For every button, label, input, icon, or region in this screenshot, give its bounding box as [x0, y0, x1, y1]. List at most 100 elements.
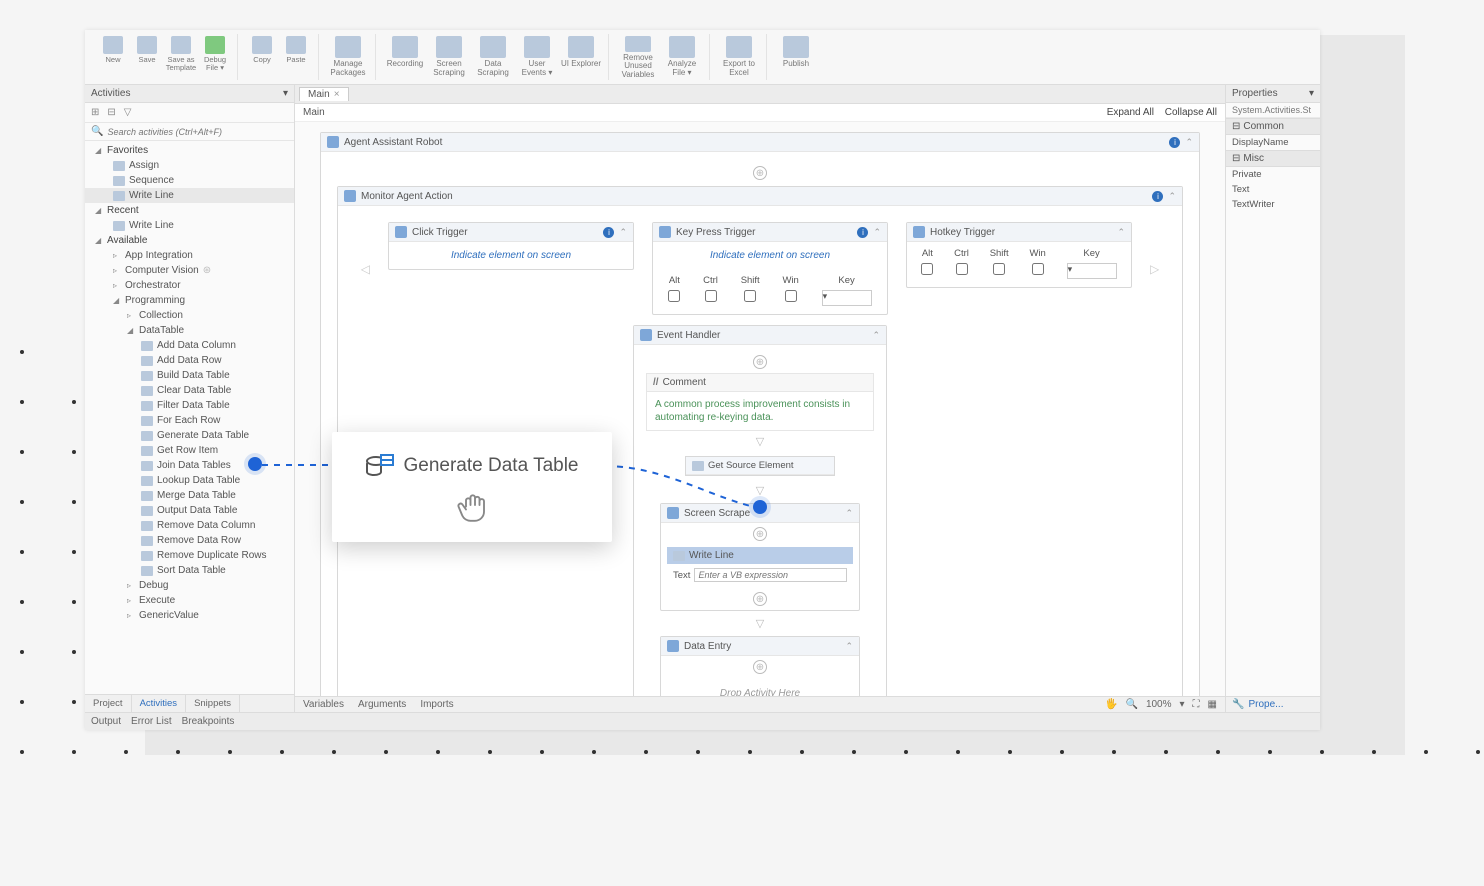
collapse-icon[interactable]: ⊟	[107, 107, 115, 118]
key-combo[interactable]: ▾	[822, 290, 872, 306]
export-excel-button[interactable]: Export to Excel	[718, 34, 760, 80]
tab-arguments[interactable]: Arguments	[358, 699, 406, 710]
activity-sort-data-table[interactable]: Sort Data Table	[85, 563, 294, 578]
pan-icon[interactable]: 🖐	[1105, 699, 1117, 710]
section-common[interactable]: ⊟Common	[1226, 118, 1320, 135]
group-orchestrator[interactable]: ▹Orchestrator	[85, 278, 294, 293]
activity-remove-data-row[interactable]: Remove Data Row	[85, 533, 294, 548]
key-press-trigger-block[interactable]: Key Press Triggeri⌃ Indicate element on …	[652, 222, 888, 315]
activity-add-data-column[interactable]: Add Data Column	[85, 338, 294, 353]
nav-left-icon[interactable]: ◁	[361, 262, 370, 276]
activity-for-each-row[interactable]: For Each Row	[85, 413, 294, 428]
designer-tab-main[interactable]: Main ×	[299, 87, 349, 101]
activity-add-data-row[interactable]: Add Data Row	[85, 353, 294, 368]
expand-all-button[interactable]: Expand All	[1107, 107, 1154, 118]
collapse-icon[interactable]: ⌃	[1168, 191, 1176, 202]
indicate-element-link[interactable]: Indicate element on screen	[389, 242, 633, 269]
collapse-all-button[interactable]: Collapse All	[1165, 107, 1217, 118]
manage-packages-button[interactable]: Manage Packages	[327, 34, 369, 80]
new-button[interactable]: New	[97, 34, 129, 80]
tab-activities[interactable]: Activities	[132, 695, 186, 712]
activity-write-line-fav[interactable]: Write Line	[85, 188, 294, 203]
activity-lookup-data-table[interactable]: Lookup Data Table	[85, 473, 294, 488]
tab-output[interactable]: Output	[91, 716, 121, 727]
activity-assign[interactable]: Assign	[85, 158, 294, 173]
alt-checkbox[interactable]	[668, 290, 680, 302]
screen-scraping-button[interactable]: Screen Scraping	[428, 34, 470, 80]
win-checkbox[interactable]	[785, 290, 797, 302]
nav-right-icon[interactable]: ▷	[1150, 262, 1159, 276]
debug-file-button[interactable]: Debug File ▾	[199, 34, 231, 80]
copy-button[interactable]: Copy	[246, 34, 278, 80]
save-as-template-button[interactable]: Save as Template	[165, 34, 197, 80]
activity-remove-duplicate-rows[interactable]: Remove Duplicate Rows	[85, 548, 294, 563]
prop-text[interactable]: Text	[1226, 182, 1320, 197]
data-scraping-button[interactable]: Data Scraping	[472, 34, 514, 80]
write-line-block[interactable]: Write Line Text	[667, 547, 853, 586]
favorites-group[interactable]: ◢Favorites	[85, 143, 294, 158]
activity-clear-data-table[interactable]: Clear Data Table	[85, 383, 294, 398]
activity-write-line-recent[interactable]: Write Line	[85, 218, 294, 233]
prop-text-writer[interactable]: TextWriter	[1226, 197, 1320, 212]
tab-imports[interactable]: Imports	[420, 699, 453, 710]
filter-icon[interactable]: ▽	[124, 107, 132, 118]
activity-filter-data-table[interactable]: Filter Data Table	[85, 398, 294, 413]
remove-unused-button[interactable]: Remove Unused Variables	[617, 34, 659, 80]
group-computer-vision[interactable]: ▹Computer Vision ⊛	[85, 263, 294, 278]
zoom-dropdown-icon[interactable]: ▾	[1180, 699, 1185, 710]
tab-breakpoints[interactable]: Breakpoints	[182, 716, 235, 727]
click-trigger-block[interactable]: Click Triggeri⌃ Indicate element on scre…	[388, 222, 634, 270]
section-misc[interactable]: ⊟Misc	[1226, 150, 1320, 167]
group-datatable[interactable]: ◢DataTable	[85, 323, 294, 338]
win-checkbox[interactable]	[1032, 263, 1044, 275]
data-entry-block[interactable]: Data Entry⌃ ⊕ Drop Activity Here ⊕	[660, 636, 860, 696]
info-icon[interactable]: i	[603, 227, 614, 238]
tab-project[interactable]: Project	[85, 695, 132, 712]
info-icon[interactable]: i	[857, 227, 868, 238]
shift-checkbox[interactable]	[744, 290, 756, 302]
add-activity-button[interactable]: ⊕	[753, 355, 767, 369]
analyze-file-button[interactable]: Analyze File ▾	[661, 34, 703, 80]
info-icon[interactable]: i	[1152, 191, 1163, 202]
available-group[interactable]: ◢Available	[85, 233, 294, 248]
ctrl-checkbox[interactable]	[956, 263, 968, 275]
overview-icon[interactable]: ▦	[1208, 699, 1217, 710]
vb-expression-input[interactable]	[694, 568, 847, 582]
alt-checkbox[interactable]	[921, 263, 933, 275]
publish-button[interactable]: Publish	[775, 34, 817, 80]
activity-output-data-table[interactable]: Output Data Table	[85, 503, 294, 518]
add-activity-button[interactable]: ⊕	[753, 166, 767, 180]
hotkey-trigger-block[interactable]: Hotkey Trigger⌃ Alt Ctrl Shift Win Key▾	[906, 222, 1132, 288]
close-icon[interactable]: ×	[334, 89, 340, 100]
prop-display-name[interactable]: DisplayName	[1226, 135, 1320, 150]
group-generic-value[interactable]: ▹GenericValue	[85, 608, 294, 623]
recording-button[interactable]: Recording	[384, 34, 426, 80]
indicate-element-link[interactable]: Indicate element on screen	[653, 242, 887, 269]
panel-dropdown-icon[interactable]: ▾	[283, 88, 288, 99]
activity-sequence[interactable]: Sequence	[85, 173, 294, 188]
drop-here-hint[interactable]: Drop Activity Here	[661, 678, 859, 696]
activity-merge-data-table[interactable]: Merge Data Table	[85, 488, 294, 503]
tab-snippets[interactable]: Snippets	[186, 695, 240, 712]
fit-screen-icon[interactable]: ⛶	[1193, 699, 1200, 710]
collapse-icon[interactable]: ⌃	[1185, 137, 1193, 148]
paste-button[interactable]: Paste	[280, 34, 312, 80]
expand-icon[interactable]: ⊞	[91, 107, 99, 118]
activity-generate-data-table[interactable]: Generate Data Table	[85, 428, 294, 443]
add-activity-button[interactable]: ⊕	[753, 660, 767, 674]
group-app-integration[interactable]: ▹App Integration	[85, 248, 294, 263]
workflow-canvas[interactable]: Agent Assistant Roboti⌃ ⊕ Monitor Agent …	[295, 122, 1225, 696]
info-icon[interactable]: i	[1169, 137, 1180, 148]
comment-block[interactable]: //Comment A common process improvement c…	[646, 373, 874, 431]
group-programming[interactable]: ◢Programming	[85, 293, 294, 308]
add-activity-button[interactable]: ⊕	[753, 527, 767, 541]
group-execute[interactable]: ▹Execute	[85, 593, 294, 608]
ui-explorer-button[interactable]: UI Explorer	[560, 34, 602, 80]
properties-tab[interactable]: 🔧Prope...	[1226, 696, 1320, 712]
zoom-icon[interactable]: 🔍	[1125, 699, 1137, 710]
user-events-button[interactable]: User Events ▾	[516, 34, 558, 80]
prop-private[interactable]: Private	[1226, 167, 1320, 182]
activity-build-data-table[interactable]: Build Data Table	[85, 368, 294, 383]
zoom-level[interactable]: 100%	[1146, 699, 1172, 710]
generate-data-table-popup[interactable]: Generate Data Table	[332, 432, 612, 542]
